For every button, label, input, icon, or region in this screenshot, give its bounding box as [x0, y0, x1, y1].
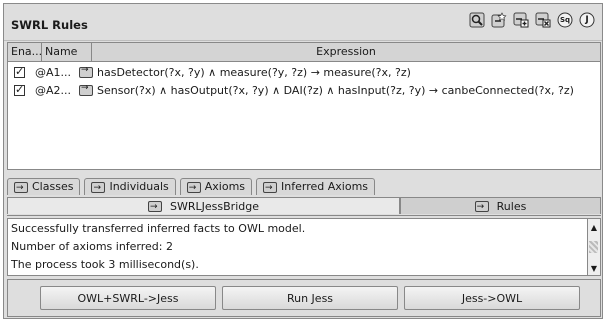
- table-header: Ena... Name Expression: [8, 43, 600, 62]
- tab-icon: [91, 180, 106, 196]
- sq-icon[interactable]: Sq: [556, 11, 574, 29]
- action-bar: OWL+SWRL->Jess Run Jess Jess->OWL: [7, 279, 601, 317]
- tab-icon: [148, 199, 163, 216]
- table-row[interactable]: @A2... Sensor(?x) ∧ hasOutput(?x, ?y) ∧ …: [8, 81, 600, 99]
- panel-header: SWRL Rules Sq J: [4, 4, 602, 41]
- tab-icon: [474, 199, 489, 216]
- tab-swrljessbridge[interactable]: SWRLJessBridge: [7, 197, 400, 216]
- j-icon[interactable]: J: [578, 11, 596, 29]
- bridge-tabs: SWRLJessBridge Rules: [7, 197, 601, 216]
- delete-rule-icon[interactable]: [534, 11, 552, 29]
- tab-classes[interactable]: Classes: [7, 178, 81, 196]
- tab-label: Rules: [496, 199, 527, 213]
- owl-swrl-to-jess-button[interactable]: OWL+SWRL->Jess: [40, 286, 216, 310]
- scroll-down-icon[interactable]: ▼: [588, 262, 600, 274]
- add-rule-icon[interactable]: [512, 11, 530, 29]
- rule-icon: [79, 65, 93, 78]
- rule-expression: hasDetector(?x, ?y) ∧ measure(?y, ?z) → …: [97, 65, 411, 79]
- column-name[interactable]: Name: [42, 43, 92, 61]
- rules-table: Ena... Name Expression @A1... hasDetecto…: [7, 42, 601, 170]
- log-line: Successfully transferred inferred facts …: [11, 222, 306, 235]
- tab-icon: [186, 180, 201, 196]
- rule-name: @A1...: [35, 65, 72, 79]
- run-jess-button[interactable]: Run Jess: [222, 286, 398, 310]
- rule-icon: [79, 83, 93, 96]
- log-line: Number of axioms inferred: 2: [11, 240, 173, 253]
- vertical-scrollbar[interactable]: ▲ ▼: [587, 219, 600, 275]
- column-enabled[interactable]: Ena...: [8, 43, 42, 61]
- tab-rules[interactable]: Rules: [400, 197, 601, 216]
- scroll-thumb[interactable]: [589, 241, 598, 253]
- j-icon-label: J: [585, 15, 589, 25]
- table-row[interactable]: @A1... hasDetector(?x, ?y) ∧ measure(?y,…: [8, 63, 600, 81]
- output-log[interactable]: Successfully transferred inferred facts …: [7, 218, 601, 276]
- column-expression[interactable]: Expression: [92, 43, 600, 61]
- tab-inferred-axioms[interactable]: Inferred Axioms: [256, 178, 376, 196]
- find-icon[interactable]: [468, 11, 486, 29]
- tab-axioms[interactable]: Axioms: [179, 178, 253, 196]
- toolbar: Sq J: [468, 11, 596, 29]
- jess-to-owl-button[interactable]: Jess->OWL: [404, 286, 580, 310]
- main-tabs: Classes Individuals Axioms Inferred Axio…: [7, 178, 379, 196]
- tab-label: Axioms: [204, 180, 246, 193]
- tab-icon: [14, 180, 28, 196]
- tab-label: Inferred Axioms: [281, 180, 369, 193]
- rule-expression: Sensor(?x) ∧ hasOutput(?x, ?y) ∧ DAI(?z)…: [97, 83, 574, 97]
- rule-name: @A2...: [35, 83, 72, 97]
- scroll-up-icon[interactable]: ▲: [588, 221, 600, 233]
- rule-enabled-checkbox[interactable]: [14, 83, 25, 96]
- log-line: The process took 3 millisecond(s).: [11, 258, 199, 271]
- new-rule-icon[interactable]: [490, 11, 508, 29]
- panel-title: SWRL Rules: [11, 18, 88, 32]
- tab-individuals[interactable]: Individuals: [84, 178, 176, 196]
- tab-label: Classes: [32, 180, 74, 193]
- tab-icon: [263, 180, 278, 196]
- tab-label: SWRLJessBridge: [170, 199, 259, 213]
- tab-label: Individuals: [109, 180, 169, 193]
- swrl-rules-panel: SWRL Rules Sq J Ena... Name Expression ✓…: [3, 3, 603, 319]
- sq-icon-label: Sq: [559, 16, 571, 24]
- rule-enabled-checkbox[interactable]: [14, 65, 25, 78]
